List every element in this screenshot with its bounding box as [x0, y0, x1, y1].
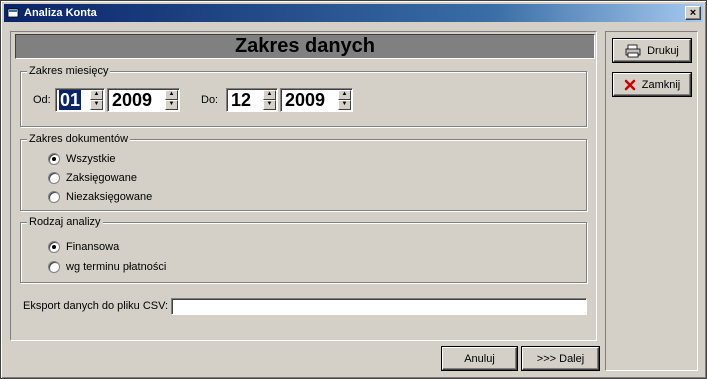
- app-icon: [6, 6, 20, 20]
- spin-down-icon[interactable]: ▼: [263, 100, 276, 110]
- documents-group-label: Zakres dokumentów: [27, 133, 131, 145]
- radio-label: Niezaksięgowane: [66, 191, 153, 203]
- export-label: Eksport danych do pliku CSV:: [23, 300, 169, 312]
- printer-icon: [625, 44, 641, 58]
- radio-label: Zaksięgowane: [66, 172, 137, 184]
- radio-documents-posted[interactable]: Zaksięgowane: [48, 172, 137, 184]
- analysis-group-label: Rodzaj analizy: [27, 216, 103, 228]
- spin-up-icon[interactable]: ▲: [165, 90, 178, 100]
- to-month-value[interactable]: 12: [230, 90, 252, 110]
- spin-up-icon[interactable]: ▲: [90, 90, 103, 100]
- spin-down-icon[interactable]: ▼: [90, 100, 103, 110]
- radio-checked-icon[interactable]: [48, 241, 60, 253]
- radio-analysis-payment-term[interactable]: wg terminu płatności: [48, 261, 166, 273]
- months-group-label: Zakres miesięcy: [27, 65, 111, 77]
- close-button[interactable]: Zamknij: [613, 73, 691, 96]
- next-button-label: >>> Dalej: [536, 352, 585, 365]
- from-month-spinner[interactable]: 01 ▲ ▼: [55, 88, 105, 112]
- from-year-spinner[interactable]: 2009 ▲ ▼: [107, 88, 180, 112]
- from-year-value[interactable]: 2009: [111, 90, 153, 110]
- print-button[interactable]: Drukuj: [613, 39, 691, 62]
- radio-label: wg terminu płatności: [66, 261, 167, 273]
- radio-icon[interactable]: [48, 261, 60, 273]
- radio-label: Finansowa: [66, 241, 120, 253]
- window-title: Analiza Konta: [24, 7, 97, 19]
- radio-checked-icon[interactable]: [48, 153, 60, 165]
- export-csv-input[interactable]: [171, 298, 587, 315]
- to-year-spinner[interactable]: 2009 ▲ ▼: [280, 88, 353, 112]
- to-month-spinner[interactable]: 12 ▲ ▼: [226, 88, 278, 112]
- close-x-icon: [624, 79, 636, 91]
- radio-documents-unposted[interactable]: Niezaksięgowane: [48, 191, 152, 203]
- next-button[interactable]: >>> Dalej: [522, 347, 599, 370]
- title-bar: Analiza Konta ×: [4, 4, 703, 22]
- spin-down-icon[interactable]: ▼: [338, 100, 351, 110]
- to-label: Do:: [201, 94, 219, 106]
- spin-up-icon[interactable]: ▲: [263, 90, 276, 100]
- radio-icon[interactable]: [48, 191, 60, 203]
- print-button-label: Drukuj: [647, 44, 679, 57]
- close-button-label: Zamknij: [641, 78, 681, 91]
- section-header: Zakres danych: [15, 34, 595, 59]
- window-close-button[interactable]: ×: [685, 6, 701, 20]
- to-year-value[interactable]: 2009: [284, 90, 326, 110]
- spin-down-icon[interactable]: ▼: [165, 100, 178, 110]
- cancel-button-label: Anuluj: [464, 352, 495, 365]
- radio-documents-all[interactable]: Wszystkie: [48, 153, 116, 165]
- from-month-value[interactable]: 01: [59, 90, 82, 110]
- radio-analysis-financial[interactable]: Finansowa: [48, 241, 119, 253]
- radio-icon[interactable]: [48, 172, 60, 184]
- from-label: Od:: [33, 94, 51, 106]
- dialog-window: Analiza Konta × Zakres danych Zakres mie…: [0, 0, 707, 379]
- cancel-button[interactable]: Anuluj: [442, 347, 517, 370]
- spin-up-icon[interactable]: ▲: [338, 90, 351, 100]
- radio-label: Wszystkie: [66, 153, 116, 165]
